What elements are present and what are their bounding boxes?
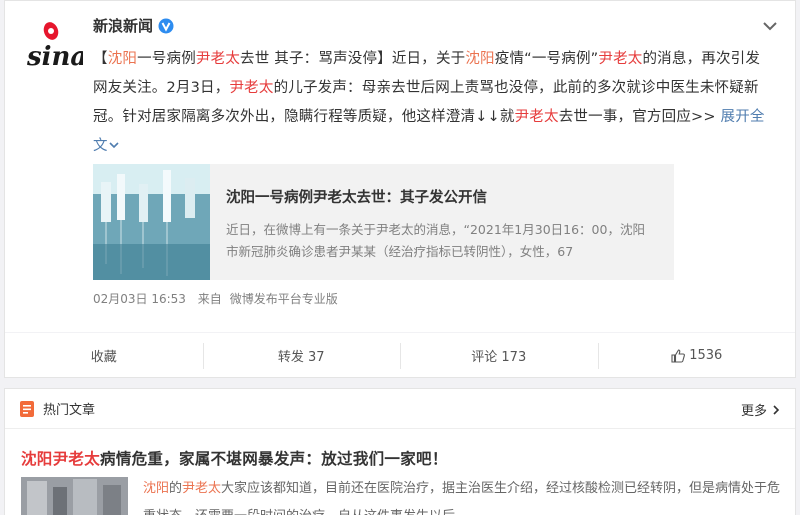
- like-icon: [671, 348, 686, 363]
- favorite-button[interactable]: 收藏: [5, 333, 203, 378]
- headline-keyword[interactable]: 沈阳尹老太: [21, 450, 100, 468]
- chevron-right-icon: [773, 404, 780, 415]
- hot-articles-title: 热门文章: [43, 403, 96, 418]
- user-name-text[interactable]: 新浪新闻: [93, 15, 153, 36]
- comment-button[interactable]: 评论 173: [400, 333, 598, 378]
- text-segment: 一号病例: [137, 51, 196, 67]
- text-segment: 疫情“一号病例”: [494, 51, 599, 67]
- weibo-post-card: sina 新浪新闻 【沈阳一号病例尹老太去世 其子：骂声没停】近日，关于沈阳疫情…: [4, 0, 796, 378]
- hot-article-thumbnail[interactable]: [21, 477, 128, 515]
- keyword-highlight[interactable]: 尹老太: [229, 80, 273, 96]
- official-response-link[interactable]: 去世一事，官方回应>>: [559, 109, 721, 125]
- hot-articles-card: 热门文章 更多 沈阳尹老太病情危重，家属不堪网暴发声：放过我们一家吧！ 沈阳的尹…: [4, 388, 796, 515]
- post-source[interactable]: 微博发布平台专业版: [230, 292, 338, 306]
- sina-logo[interactable]: sina: [25, 17, 83, 75]
- snippet-keyword[interactable]: 沈阳: [143, 481, 169, 496]
- hot-articles-header: 热门文章 更多: [5, 389, 795, 429]
- chevron-down-icon[interactable]: [761, 19, 779, 33]
- article-thumbnail: [93, 164, 210, 280]
- hot-article-snippet: 沈阳的尹老太大家应该都知道，目前还在医院治疗，据主治医生介绍，经过核酸检测已经转…: [143, 475, 783, 515]
- repost-button[interactable]: 转发 37: [202, 333, 401, 378]
- repost-label: 转发 37: [277, 350, 325, 365]
- document-icon: [20, 400, 34, 417]
- post-text: 【沈阳一号病例尹老太去世 其子：骂声没停】近日，关于沈阳疫情“一号病例”尹老太的…: [93, 45, 773, 161]
- comment-label: 评论 173: [471, 350, 527, 365]
- verified-icon: [158, 18, 174, 33]
- snippet-keyword[interactable]: 尹老太: [182, 481, 221, 496]
- keyword-highlight[interactable]: 尹老太: [515, 109, 559, 125]
- more-link[interactable]: 更多: [741, 400, 781, 419]
- keyword-highlight[interactable]: 尹老太: [598, 51, 642, 67]
- article-body: 沈阳一号病例尹老太去世：其子发公开信 近日，在微博上有一条关于尹老太的消息，“2…: [210, 164, 656, 280]
- text-segment: 去世 其子：骂声没停】近日，关于: [240, 51, 466, 67]
- hot-article-headline[interactable]: 沈阳尹老太病情危重，家属不堪网暴发声：放过我们一家吧！: [21, 447, 448, 469]
- svg-text:sina: sina: [26, 42, 83, 72]
- snippet-text: 的: [169, 481, 183, 496]
- more-label: 更多: [740, 404, 767, 419]
- user-name[interactable]: 新浪新闻: [93, 15, 174, 36]
- favorite-label: 收藏: [90, 350, 117, 365]
- article-description: 近日，在微博上有一条关于尹老太的消息，“2021年1月30日16：00，沈阳市新…: [226, 222, 645, 259]
- text-segment: 【: [93, 51, 108, 67]
- like-button[interactable]: 1536: [597, 333, 796, 378]
- chevron-down-icon: [109, 142, 119, 149]
- post-meta: 02月03日 16:53 来自 微博发布平台专业版: [93, 290, 346, 307]
- like-count: 1536: [689, 348, 723, 363]
- post-time[interactable]: 02月03日 16:53: [93, 292, 186, 306]
- article-title[interactable]: 沈阳一号病例尹老太去世：其子发公开信: [226, 186, 656, 207]
- keyword-highlight[interactable]: 尹老太: [196, 51, 240, 67]
- hashtag-link[interactable]: 沈阳: [108, 51, 137, 67]
- keyword-highlight[interactable]: 沈阳: [465, 51, 494, 67]
- article-preview-card[interactable]: 沈阳一号病例尹老太去世：其子发公开信 近日，在微博上有一条关于尹老太的消息，“2…: [93, 164, 674, 280]
- headline-text[interactable]: 病情危重，家属不堪网暴发声：放过我们一家吧！: [100, 450, 448, 468]
- from-label: 来自: [197, 292, 222, 306]
- action-bar: 收藏 转发 37 评论 173 1536: [5, 332, 795, 378]
- snippet-text: 大家应该都知道，目前还在医院治疗，据主治医生介绍，经过核酸检测已经转阴，但是病情…: [143, 481, 781, 515]
